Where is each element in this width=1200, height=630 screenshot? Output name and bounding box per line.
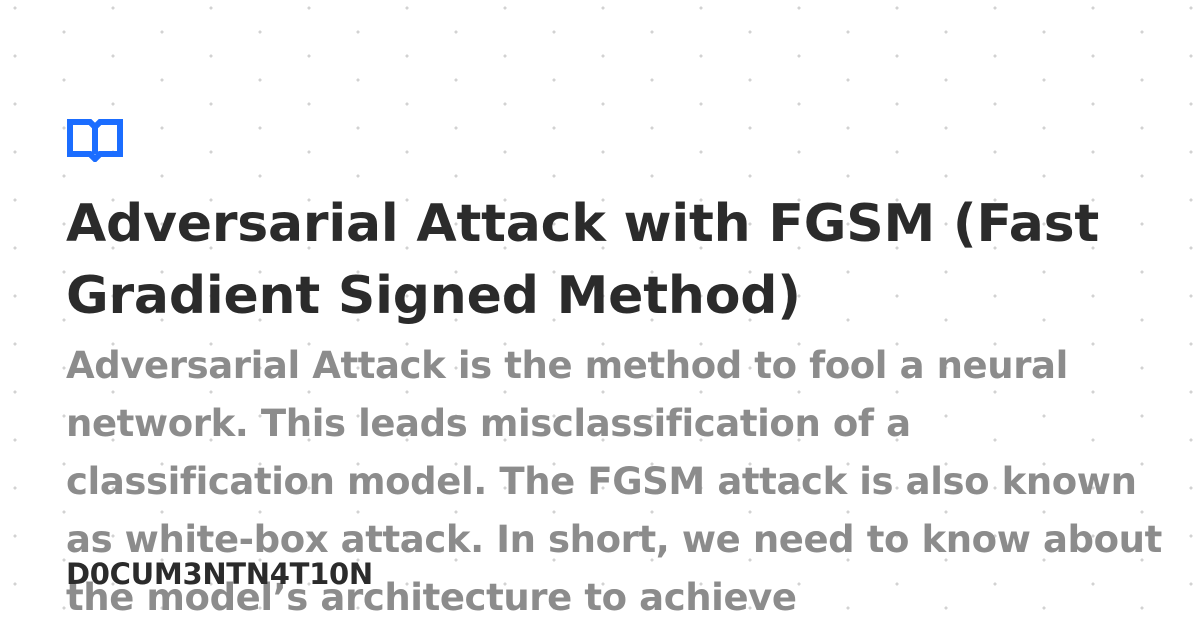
site-name: D0CUM3NTN4T10N	[66, 557, 373, 591]
book-icon	[66, 118, 124, 162]
social-preview-card: Adversarial Attack with FGSM (Fast Gradi…	[0, 0, 1200, 630]
page-title: Adversarial Attack with FGSM (Fast Gradi…	[66, 194, 1100, 326]
